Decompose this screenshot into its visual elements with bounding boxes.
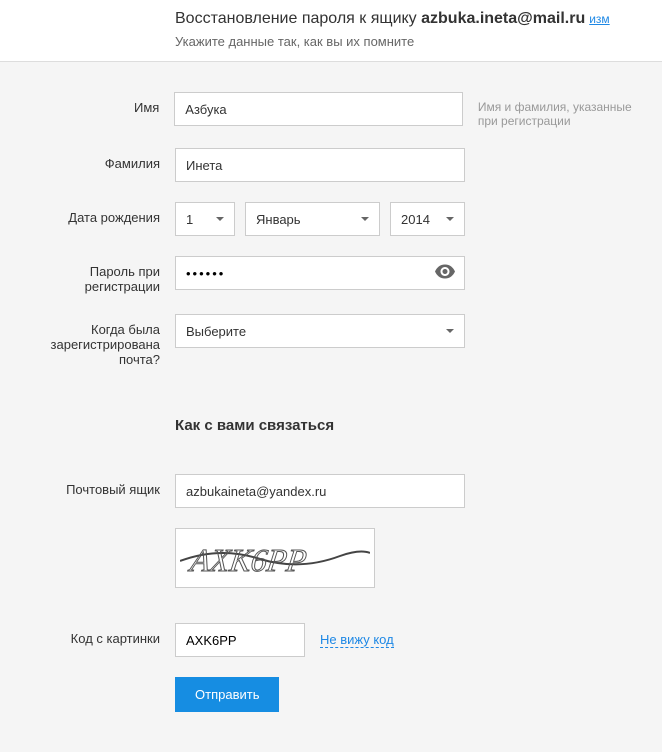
header: Восстановление пароля к ящику azbuka.ine… <box>0 0 662 62</box>
title-prefix: Восстановление пароля к ящику <box>175 10 421 27</box>
surname-input[interactable] <box>175 148 465 182</box>
row-birthdate: Дата рождения 1 Январь 2014 <box>20 202 642 236</box>
content: Имя Имя и фамилия, указанные при регистр… <box>0 62 662 752</box>
label-password: Пароль при регистрации <box>20 256 175 294</box>
email-input[interactable] <box>175 474 465 508</box>
row-contact-title: Как с вами связаться <box>20 387 642 454</box>
year-select[interactable]: 2014 <box>390 202 465 236</box>
captcha-input[interactable] <box>175 623 305 657</box>
registered-select[interactable]: Выберите <box>175 314 465 348</box>
cant-see-link[interactable]: Не вижу код <box>320 632 394 648</box>
change-link[interactable]: изм <box>589 12 609 26</box>
submit-button[interactable]: Отправить <box>175 677 279 712</box>
row-submit: Отправить <box>20 677 642 712</box>
svg-text:AXK6PP: AXK6PP <box>186 542 309 578</box>
row-password: Пароль при регистрации <box>20 256 642 294</box>
page-title: Восстановление пароля к ящику azbuka.ine… <box>175 10 642 28</box>
hint-name: Имя и фамилия, указанные при регистрации <box>463 92 642 128</box>
password-input[interactable] <box>175 256 465 290</box>
eye-icon[interactable] <box>435 265 455 282</box>
row-mailbox: Почтовый ящик <box>20 474 642 508</box>
label-birthdate: Дата рождения <box>20 202 175 225</box>
row-registered: Когда была зарегистрирована почта? Выбер… <box>20 314 642 367</box>
contact-section-title: Как с вами связаться <box>175 417 465 434</box>
name-input[interactable] <box>174 92 463 126</box>
row-captcha-input: Код с картинки Не вижу код <box>20 623 642 657</box>
title-email: azbuka.ineta@mail.ru <box>421 10 585 27</box>
row-captcha-img: AXK6PP <box>20 528 642 603</box>
label-mailbox: Почтовый ящик <box>20 474 175 497</box>
label-surname: Фамилия <box>20 148 175 171</box>
header-subtitle: Укажите данные так, как вы их помните <box>175 34 642 49</box>
label-name: Имя <box>20 92 174 115</box>
row-surname: Фамилия <box>20 148 642 182</box>
month-select[interactable]: Январь <box>245 202 380 236</box>
row-name: Имя Имя и фамилия, указанные при регистр… <box>20 92 642 128</box>
captcha-image: AXK6PP <box>175 528 375 588</box>
day-select[interactable]: 1 <box>175 202 235 236</box>
label-registered: Когда была зарегистрирована почта? <box>20 314 175 367</box>
label-captcha: Код с картинки <box>20 623 175 646</box>
